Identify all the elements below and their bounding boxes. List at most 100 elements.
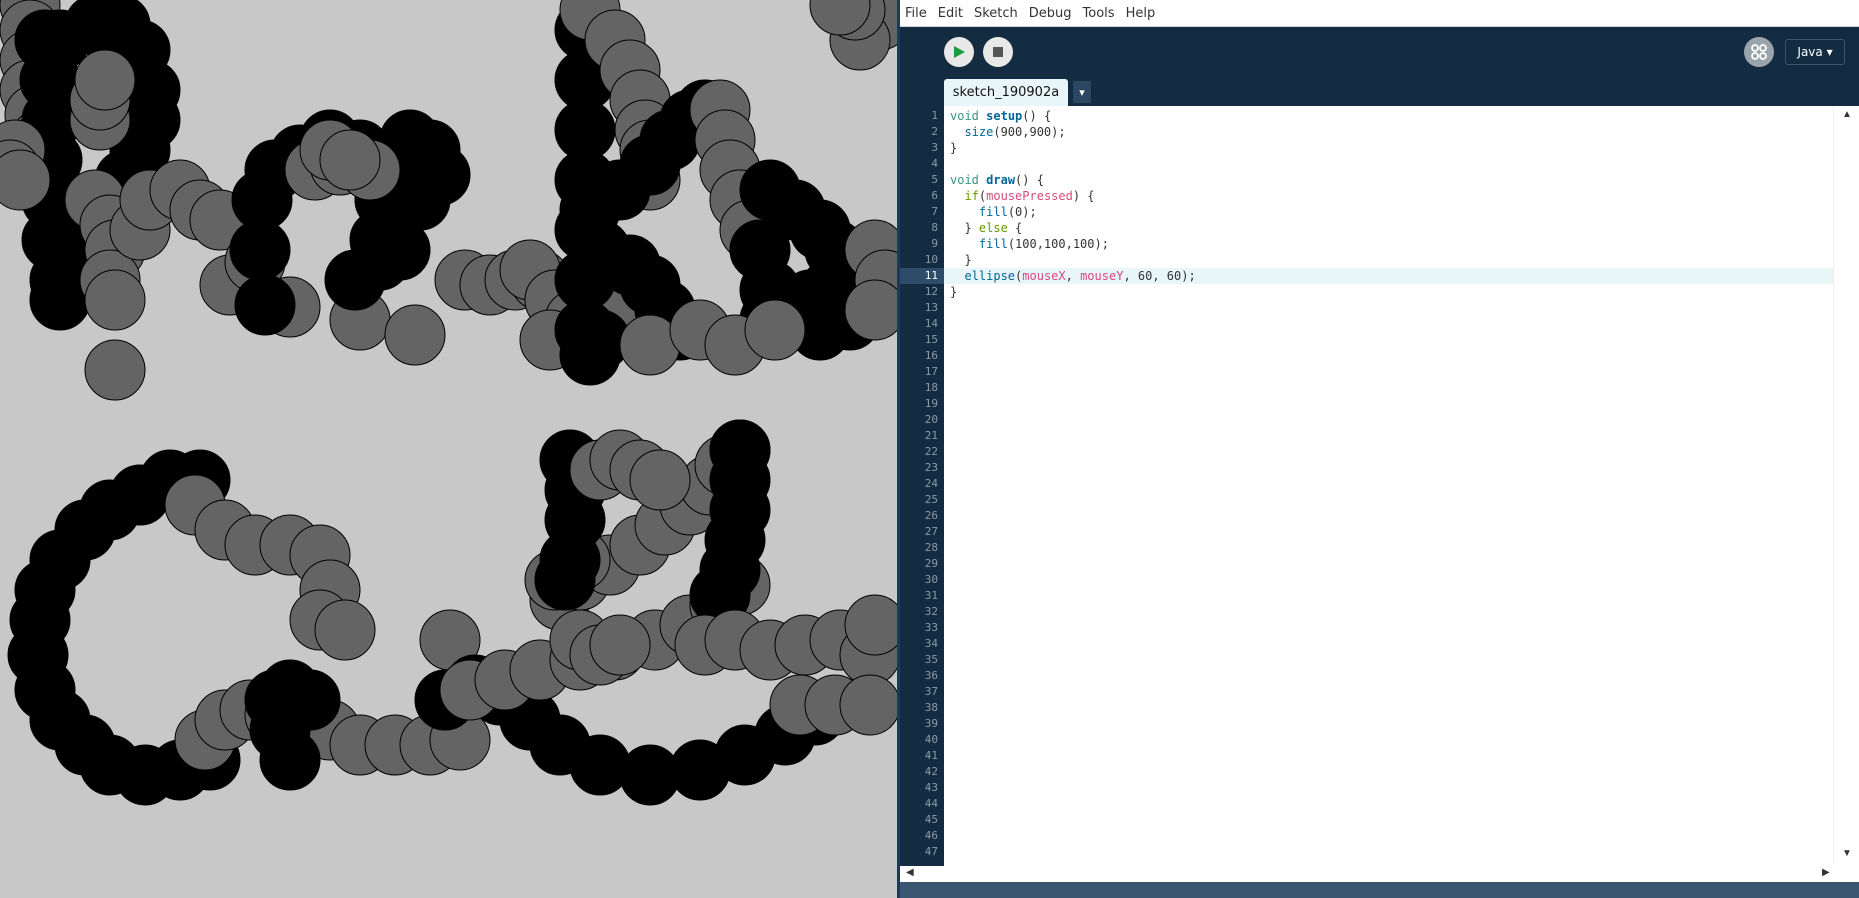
code-line: } else { bbox=[950, 221, 1023, 235]
line-number: 1 bbox=[931, 109, 938, 122]
scroll-down-icon[interactable]: ▼ bbox=[1842, 848, 1852, 859]
stop-button[interactable] bbox=[983, 37, 1013, 67]
line-number: 17 bbox=[924, 365, 938, 378]
line-number: 15 bbox=[924, 333, 938, 346]
sketch-ellipse bbox=[74, 49, 136, 111]
scroll-right-icon[interactable]: ▶ bbox=[1822, 867, 1830, 878]
sketch-ellipse bbox=[569, 734, 631, 796]
line-number: 10 bbox=[924, 253, 938, 266]
toolbar: Java ▾ bbox=[900, 27, 1859, 77]
tab-menu-button[interactable]: ▾ bbox=[1073, 81, 1091, 103]
line-number: 7 bbox=[931, 205, 938, 218]
line-number: 40 bbox=[924, 733, 938, 746]
sketch-ellipse bbox=[84, 269, 146, 331]
line-number: 41 bbox=[924, 749, 938, 762]
line-number: 31 bbox=[924, 589, 938, 602]
line-number: 32 bbox=[924, 605, 938, 618]
sketch-ellipse bbox=[369, 219, 431, 281]
line-number: 45 bbox=[924, 813, 938, 826]
line-number: 39 bbox=[924, 717, 938, 730]
sketch-canvas[interactable] bbox=[0, 0, 897, 898]
vertical-scrollbar[interactable]: ▲ ▼ bbox=[1833, 106, 1859, 866]
menu-help[interactable]: Help bbox=[1125, 4, 1157, 23]
debugger-button[interactable] bbox=[1744, 37, 1774, 67]
sketch-drawing bbox=[0, 0, 897, 806]
line-number: 24 bbox=[924, 477, 938, 490]
line-number: 3 bbox=[931, 141, 938, 154]
menu-edit[interactable]: Edit bbox=[937, 4, 964, 23]
stop-icon bbox=[993, 47, 1003, 57]
line-number: 37 bbox=[924, 685, 938, 698]
line-number: 4 bbox=[931, 157, 938, 170]
sketch-ellipse bbox=[534, 549, 596, 611]
line-number: 18 bbox=[924, 381, 938, 394]
sketch-ellipse bbox=[744, 299, 806, 361]
tab-sketch[interactable]: sketch_190902a bbox=[944, 79, 1068, 106]
code-line: fill(100,100,100); bbox=[978, 237, 1109, 251]
menu-bar: File Edit Sketch Debug Tools Help bbox=[900, 0, 1859, 27]
sketch-ellipse bbox=[589, 614, 651, 676]
line-number: 2 bbox=[931, 125, 938, 138]
line-number: 5 bbox=[931, 173, 938, 186]
code-line: } bbox=[950, 253, 972, 267]
tab-bar: sketch_190902a ▾ bbox=[900, 77, 1859, 106]
line-number: 42 bbox=[924, 765, 938, 778]
line-number: 46 bbox=[924, 829, 938, 842]
code-line: } bbox=[950, 141, 958, 155]
sketch-ellipse bbox=[234, 274, 296, 336]
line-number: 36 bbox=[924, 669, 938, 682]
processing-ide: File Edit Sketch Debug Tools Help Java ▾… bbox=[900, 0, 1859, 898]
menu-tools[interactable]: Tools bbox=[1082, 4, 1116, 23]
line-number-gutter: 1 2 3 4 5 6 7 8 9 10 11 12 13 14 15 16 17 18 19 20 21 22 23 24 2… bbox=[900, 106, 944, 866]
line-number: 34 bbox=[924, 637, 938, 650]
code-line: void setup() { bbox=[950, 109, 1052, 123]
sketch-ellipse bbox=[84, 339, 146, 401]
line-number: 29 bbox=[924, 557, 938, 570]
scroll-left-icon[interactable]: ◀ bbox=[906, 867, 914, 878]
sketch-ellipse bbox=[384, 304, 446, 366]
line-number: 14 bbox=[924, 317, 938, 330]
menu-debug[interactable]: Debug bbox=[1028, 4, 1073, 23]
sketch-ellipse bbox=[279, 669, 341, 731]
line-number: 47 bbox=[924, 845, 938, 858]
line-number: 38 bbox=[924, 701, 938, 714]
sketch-ellipse bbox=[629, 449, 691, 511]
line-number: 25 bbox=[924, 493, 938, 506]
line-number: 27 bbox=[924, 525, 938, 538]
mode-selector[interactable]: Java ▾ bbox=[1785, 39, 1845, 65]
code-line: fill(0); bbox=[978, 205, 1037, 219]
line-number: 33 bbox=[924, 621, 938, 634]
scroll-up-icon[interactable]: ▲ bbox=[1842, 109, 1852, 120]
line-number: 20 bbox=[924, 413, 938, 426]
sketch-ellipse bbox=[839, 674, 897, 736]
sketch-ellipse bbox=[319, 129, 381, 191]
line-number: 19 bbox=[924, 397, 938, 410]
line-number: 23 bbox=[924, 461, 938, 474]
sketch-ellipse bbox=[314, 599, 376, 661]
code-line: ellipse(mouseX, mouseY, 60, 60); bbox=[964, 269, 1196, 283]
horizontal-scrollbar[interactable]: ◀ ▶ bbox=[900, 866, 1859, 882]
code-area[interactable]: void setup() { size(900,900);} void draw(… bbox=[944, 106, 1834, 866]
line-number: 28 bbox=[924, 541, 938, 554]
run-button[interactable] bbox=[944, 37, 974, 67]
code-line: size(900,900); bbox=[964, 125, 1066, 139]
line-number: 6 bbox=[931, 189, 938, 202]
line-number: 30 bbox=[924, 573, 938, 586]
line-number: 21 bbox=[924, 429, 938, 442]
line-number: 35 bbox=[924, 653, 938, 666]
menu-sketch[interactable]: Sketch bbox=[973, 4, 1019, 23]
line-number: 11 bbox=[924, 269, 938, 282]
code-line: void draw() { bbox=[950, 173, 1044, 187]
code-line: } bbox=[950, 285, 958, 299]
line-number: 8 bbox=[931, 221, 938, 234]
line-number: 22 bbox=[924, 445, 938, 458]
code-editor[interactable]: 1 2 3 4 5 6 7 8 9 10 11 12 13 14 15 16 17 18 19 20 21 22 23 24 2… bbox=[900, 106, 1859, 866]
line-number: 13 bbox=[924, 301, 938, 314]
play-icon bbox=[954, 46, 965, 58]
line-number: 26 bbox=[924, 509, 938, 522]
butterfly-icon bbox=[1751, 44, 1767, 60]
line-number: 44 bbox=[924, 797, 938, 810]
line-number: 12 bbox=[924, 285, 938, 298]
menu-file[interactable]: File bbox=[904, 4, 928, 23]
line-number: 9 bbox=[931, 237, 938, 250]
